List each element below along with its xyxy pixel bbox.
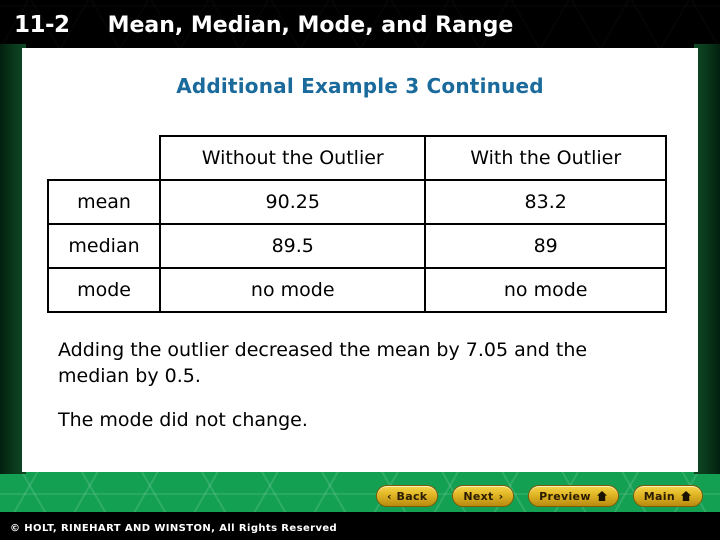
- slide-root: 11-2 Mean, Median, Mode, and Range Addit…: [0, 0, 720, 540]
- back-button[interactable]: ‹ Back: [376, 485, 439, 507]
- content-panel: Additional Example 3 Continued Without t…: [22, 48, 698, 472]
- cell-median-with: 89: [424, 223, 667, 269]
- chevron-left-icon: ‹: [387, 489, 392, 503]
- back-button-label: Back: [396, 489, 428, 503]
- lesson-number: 11-2: [14, 12, 70, 38]
- cell-mean-without: 90.25: [159, 179, 427, 225]
- table-row: mean 90.25 83.2: [46, 179, 667, 225]
- column-header-with-outlier: With the Outlier: [424, 135, 667, 181]
- explanation-paragraph-2: The mode did not change.: [58, 409, 308, 431]
- row-label-mode: mode: [46, 267, 162, 313]
- cell-mean-with: 83.2: [424, 179, 667, 225]
- table-row: median 89.5 89: [46, 223, 667, 269]
- next-button[interactable]: Next ›: [452, 485, 515, 507]
- cell-mode-without: no mode: [159, 267, 427, 313]
- navigation-bar: ‹ Back Next › Preview Main: [376, 483, 703, 509]
- cell-median-without: 89.5: [159, 223, 427, 269]
- slide-header: 11-2 Mean, Median, Mode, and Range: [0, 0, 720, 50]
- copyright-notice: © HOLT, RINEHART AND WINSTON, All Rights…: [10, 523, 338, 534]
- next-button-label: Next: [463, 489, 494, 503]
- preview-button[interactable]: Preview: [528, 485, 619, 507]
- table-row: mode no mode no mode: [46, 267, 667, 313]
- page-title: Mean, Median, Mode, and Range: [107, 12, 514, 38]
- row-label-median: median: [46, 223, 162, 269]
- column-header-without-outlier: Without the Outlier: [159, 135, 427, 181]
- preview-button-label: Preview: [539, 489, 591, 503]
- main-button-label: Main: [643, 489, 675, 503]
- subtitle: Additional Example 3 Continued: [176, 74, 544, 98]
- home-icon: [680, 491, 691, 501]
- table-header-row: Without the Outlier With the Outlier: [48, 135, 667, 181]
- row-label-mean: mean: [46, 179, 162, 225]
- main-button[interactable]: Main: [632, 485, 703, 507]
- statistics-table: Without the Outlier With the Outlier mea…: [46, 135, 667, 313]
- table-corner-cell: [48, 136, 160, 180]
- chevron-right-icon: ›: [498, 489, 504, 503]
- explanation-paragraph-1: Adding the outlier decreased the mean by…: [58, 339, 588, 387]
- cell-mode-with: no mode: [424, 267, 667, 313]
- home-icon: [596, 491, 607, 501]
